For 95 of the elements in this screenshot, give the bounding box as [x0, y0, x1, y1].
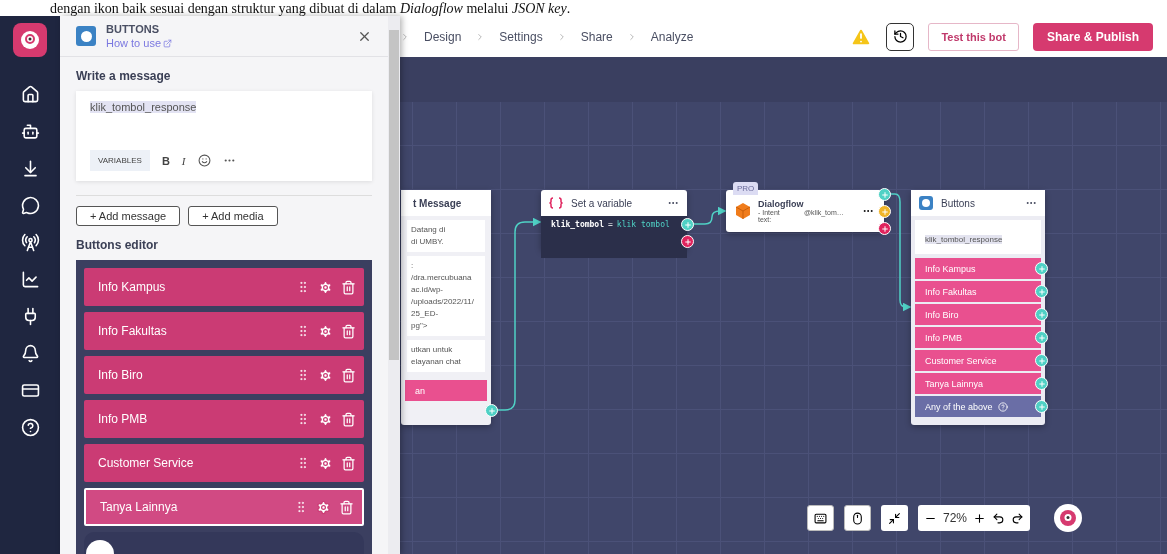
cube-icon — [736, 203, 750, 219]
redo-icon[interactable] — [1011, 511, 1025, 525]
document-text: dengan ikon baik sesuai dengan struktur yang dibuat di dalam Dialogflow melalui JSON key. — [50, 2, 571, 16]
help-icon — [997, 401, 1008, 412]
fallback-option[interactable]: Any of the above — [915, 396, 1041, 417]
connector-handle[interactable] — [878, 205, 891, 218]
home-icon[interactable] — [20, 85, 40, 104]
trash-icon[interactable] — [339, 499, 354, 515]
option-button[interactable]: Info Fakultas — [915, 281, 1041, 302]
section-label: Buttons editor — [76, 238, 159, 252]
message-text: Datang di di UMBY. — [407, 220, 485, 252]
history-button[interactable] — [886, 22, 915, 51]
fit-view-button[interactable] — [881, 505, 908, 531]
publish-button[interactable]: Share & Publish — [1032, 22, 1153, 51]
trash-icon[interactable] — [341, 279, 356, 295]
section-label: Write a message — [76, 69, 172, 83]
message-text: klik_tombol_response — [925, 235, 1003, 244]
node-title: Dialogflow — [758, 199, 805, 209]
italic-button[interactable]: I — [181, 154, 186, 167]
connector-handle[interactable] — [485, 404, 498, 417]
settings-icon[interactable] — [318, 279, 333, 295]
node-title: Buttons — [941, 197, 976, 209]
chevron-icon — [400, 31, 410, 42]
robot-icon[interactable] — [20, 122, 40, 141]
breadcrumb-link[interactable]: Design — [424, 29, 462, 44]
shrink-arrows-icon — [888, 511, 901, 525]
help-link[interactable]: How to use — [106, 37, 347, 49]
variable-assignment: klik_tombol = klik tombol — [541, 216, 687, 258]
settings-icon[interactable] — [318, 367, 333, 383]
settings-icon[interactable] — [318, 455, 333, 471]
pro-badge: PRO — [733, 182, 759, 195]
zoom-in-icon[interactable] — [973, 511, 987, 525]
message-editor[interactable]: klik_tombol_response VARIABLES B I — [76, 91, 372, 181]
button-row[interactable]: Info PMB — [84, 400, 364, 438]
undo-icon[interactable] — [992, 511, 1006, 525]
option-button[interactable]: Tanya Lainnya — [915, 373, 1041, 394]
option-button[interactable]: Info Biro — [915, 304, 1041, 325]
breadcrumb-link[interactable]: Settings — [499, 29, 543, 44]
card-icon[interactable] — [20, 381, 40, 400]
button-row[interactable]: Info Fakultas — [84, 312, 364, 350]
variables-button[interactable]: VARIABLES — [90, 150, 150, 171]
settings-icon[interactable] — [318, 323, 333, 339]
settings-icon[interactable] — [316, 499, 331, 515]
settings-icon[interactable] — [318, 411, 333, 427]
braces-icon — [549, 197, 563, 209]
button-label: Info Fakultas — [98, 324, 168, 338]
trash-icon[interactable] — [341, 455, 356, 471]
app-logo[interactable] — [13, 23, 47, 57]
eye-logo-icon — [1059, 509, 1078, 527]
node-title: Set a variable — [571, 197, 634, 209]
button-label: Info Biro — [98, 368, 144, 382]
message-text: utkan untuk elayanan chat — [407, 340, 485, 372]
button-label: Customer Service — [98, 456, 195, 470]
add-button[interactable]: + Add message — [76, 206, 181, 226]
keyboard-button[interactable] — [807, 505, 834, 531]
option-button[interactable]: Info Kampus — [915, 258, 1041, 279]
buttons-block-icon — [76, 26, 96, 46]
breadcrumb-link[interactable]: Share — [580, 29, 613, 44]
option-button[interactable]: Info PMB — [915, 327, 1041, 348]
test-bot-button[interactable]: Test this bot — [928, 22, 1019, 51]
assistant-button[interactable] — [1054, 504, 1083, 532]
button-label: Info Kampus — [98, 280, 167, 294]
trash-icon[interactable] — [341, 323, 356, 339]
trash-icon[interactable] — [341, 367, 356, 383]
button-row[interactable]: Info Kampus — [84, 268, 364, 306]
chat-bubble-icon[interactable] — [20, 196, 40, 215]
button-label: Info PMB — [98, 412, 149, 426]
buttons-block-icon — [919, 196, 933, 210]
history-icon — [892, 29, 908, 44]
external-link-icon — [163, 38, 173, 48]
button-row[interactable]: Customer Service — [84, 444, 364, 482]
emoji-icon[interactable] — [197, 154, 211, 167]
connector-handle[interactable] — [878, 188, 891, 201]
breadcrumb-link[interactable]: Analyze — [650, 29, 694, 44]
option-button[interactable]: Customer Service — [915, 350, 1041, 371]
trash-icon[interactable] — [341, 411, 356, 427]
bell-icon[interactable] — [20, 344, 40, 363]
message-text: : /dra.mercubuana ac.id/wp- /uploads/2022/11/ 25_ED- pg"> — [407, 256, 485, 336]
option-button[interactable]: an — [405, 380, 487, 401]
help-icon[interactable] — [20, 418, 40, 437]
button-row[interactable]: Tanya Lainnya — [84, 488, 364, 526]
antenna-icon[interactable] — [20, 233, 40, 252]
line-chart-icon[interactable] — [20, 270, 40, 289]
connector-handle[interactable] — [878, 222, 891, 235]
bold-button[interactable]: B — [161, 154, 170, 167]
keyboard-icon — [814, 511, 827, 525]
connector-line — [691, 206, 727, 225]
mouse-icon — [851, 511, 864, 525]
button-row[interactable]: Info Biro — [84, 356, 364, 394]
add-button[interactable]: + Add media — [188, 206, 278, 226]
mouse-button[interactable] — [844, 505, 871, 531]
node-title: t Message — [413, 197, 462, 209]
panel-title: BUTTONS — [106, 23, 160, 35]
zoom-level: 72% — [943, 511, 968, 525]
button-label: Tanya Lainnya — [100, 500, 179, 514]
